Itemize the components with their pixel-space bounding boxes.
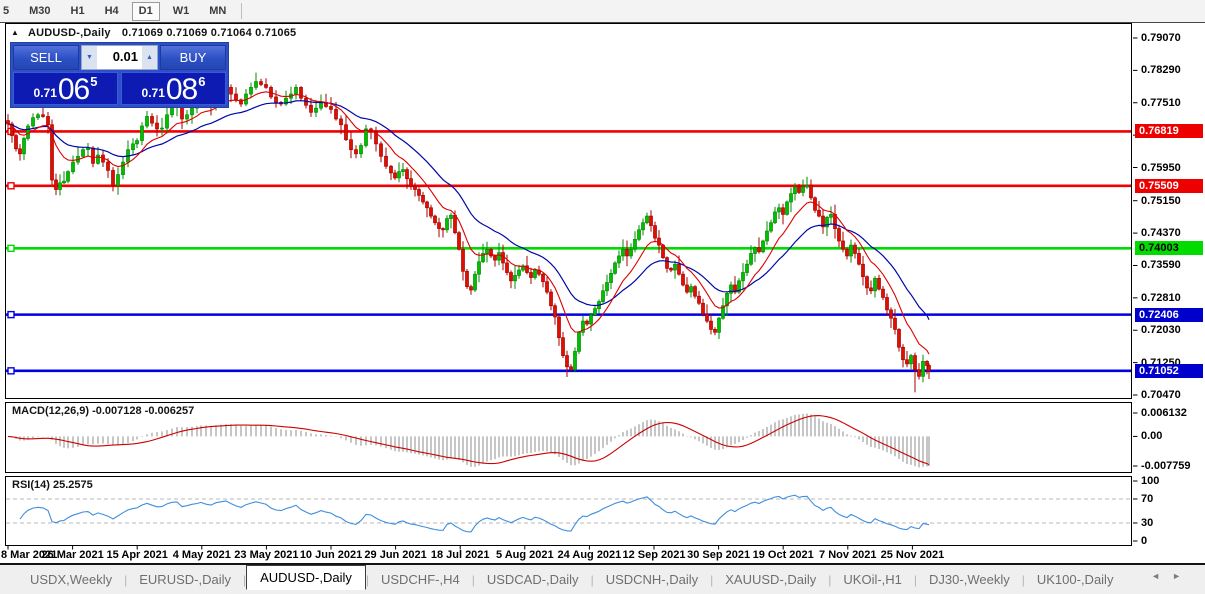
one-click-trade-panel: SELL ▼ 0.01 ▲ BUY 0.71 06 5 0.71 08 6 (10, 42, 229, 108)
timeframe-button-H1[interactable]: H1 (64, 2, 92, 21)
timeframe-toolbar: 5 M30 H1 H4 D1 W1 MN (0, 0, 1205, 23)
terminal-window: 5 M30 H1 H4 D1 W1 MN ▲ AUDUSD-,Daily 0.71069 0… (0, 0, 1205, 594)
buy-price-prefix: 0.71 (141, 86, 165, 100)
hline-handle-0.75509[interactable] (7, 182, 15, 190)
date-tick-label: 5 Aug 2021 (495, 549, 554, 561)
volume-down-button[interactable]: ▼ (82, 46, 97, 69)
rsi-tick-label: 30 (1141, 517, 1154, 529)
date-tick-label: 10 Jun 2021 (299, 549, 363, 561)
collapse-arrow-icon[interactable]: ▲ (11, 28, 19, 37)
date-tick-label: 25 Nov 2021 (880, 549, 945, 561)
chart-tab-xauusd-daily[interactable]: XAUUSD-,Daily (713, 569, 828, 590)
macd-indicator-label: MACD(12,26,9) -0.007128 -0.006257 (12, 405, 195, 417)
sell-price-big: 06 (57, 73, 90, 106)
chart-tab-eurusd-daily[interactable]: EURUSD-,Daily (127, 569, 243, 590)
price-level-badge: 0.76819 (1135, 124, 1203, 139)
price-level-badge: 0.74003 (1135, 241, 1203, 256)
date-tick-label: 12 Sep 2021 (622, 549, 686, 561)
price-tick-label: 0.72810 (1141, 291, 1181, 304)
chart-tab-dj30-weekly[interactable]: DJ30-,Weekly (917, 569, 1022, 590)
volume-up-button[interactable]: ▲ (142, 46, 157, 69)
price-level-badge: 0.71052 (1135, 363, 1203, 378)
price-tick-label: 0.75150 (1141, 194, 1181, 207)
date-tick-label: 26 Mar 2021 (41, 549, 104, 561)
hline-handle-0.72406[interactable] (7, 310, 15, 319)
rsi-tick-label: 0 (1141, 535, 1148, 547)
buy-price-sup: 6 (198, 74, 206, 89)
chart-tab-usdcad-daily[interactable]: USDCAD-,Daily (475, 569, 591, 590)
tab-scroll-right-icon[interactable]: ► (1172, 571, 1193, 581)
toolbar-divider (241, 3, 243, 19)
macd-tick-label: -0.007759 (1141, 460, 1191, 472)
price-level-badge: 0.72406 (1135, 307, 1203, 322)
chart-window[interactable]: ▲ AUDUSD-,Daily 0.71069 0.71069 0.71064 … (0, 22, 1205, 563)
rsi-tick-label: 70 (1141, 493, 1154, 505)
macd-tick-label: 0.006132 (1141, 407, 1187, 419)
price-tick-label: 0.73590 (1141, 259, 1181, 272)
buy-price-button[interactable]: 0.71 08 6 (121, 72, 226, 105)
timeframe-button-H4[interactable]: H4 (98, 2, 126, 21)
chart-tab-usdcnh-daily[interactable]: USDCNH-,Daily (594, 569, 710, 590)
price-tick-label: 0.74370 (1141, 227, 1181, 240)
timeframe-button-W1[interactable]: W1 (166, 2, 197, 21)
buy-price-big: 08 (165, 73, 198, 106)
date-tick-label: 19 Oct 2021 (752, 549, 814, 561)
date-tick-label: 23 May 2021 (234, 549, 299, 561)
timeframe-button-MN[interactable]: MN (202, 2, 233, 21)
date-tick-label: 7 Nov 2021 (819, 549, 877, 561)
buy-button[interactable]: BUY (160, 45, 226, 70)
timeframe-button-5[interactable]: 5 (0, 2, 16, 21)
price-tick-label: 0.78290 (1141, 64, 1181, 77)
chart-tab-usdchf-h4[interactable]: USDCHF-,H4 (369, 569, 472, 590)
chart-tab-usdx-weekly[interactable]: USDX,Weekly (18, 569, 124, 590)
price-tick-label: 0.72030 (1141, 324, 1181, 337)
volume-stepper: ▼ 0.01 ▲ (81, 45, 158, 70)
chart-tab-audusd-daily[interactable]: AUDUSD-,Daily (246, 565, 366, 590)
price-tick-label: 0.79070 (1141, 32, 1181, 44)
chart-ohlc-values: 0.71069 0.71069 0.71064 0.71065 (121, 27, 297, 39)
sell-button[interactable]: SELL (13, 45, 79, 70)
date-tick-label: 15 Apr 2021 (106, 549, 168, 561)
date-tick-label: 4 May 2021 (172, 549, 231, 561)
chart-tab-bar: USDX,Weekly | EURUSD-,Daily | AUDUSD-,Daily |… (0, 563, 1205, 594)
date-tick-label: 29 Jun 2021 (364, 549, 427, 561)
chart-tab-ukoil-h1[interactable]: UKOil-,H1 (831, 569, 914, 590)
timeframe-button-M30[interactable]: M30 (22, 2, 57, 21)
sell-price-sup: 5 (90, 74, 98, 89)
price-tick-label: 0.70470 (1141, 388, 1181, 401)
sell-price-prefix: 0.71 (33, 86, 57, 100)
price-tick-label: 0.75950 (1141, 161, 1181, 174)
timeframe-button-D1[interactable]: D1 (131, 1, 160, 21)
chart-symbol-label: AUDUSD-,Daily (27, 27, 111, 39)
rsi-tick-label: 100 (1141, 475, 1160, 487)
price-tick-label: 0.77510 (1141, 96, 1181, 109)
date-tick-label: 30 Sep 2021 (687, 549, 751, 561)
date-tick-label: 18 Jul 2021 (430, 549, 490, 561)
volume-input[interactable]: 0.01 (97, 46, 142, 69)
hline-handle-0.71052[interactable] (7, 367, 15, 375)
date-tick-label: 24 Aug 2021 (557, 549, 622, 561)
price-level-badge: 0.75509 (1135, 178, 1203, 193)
sell-price-button[interactable]: 0.71 06 5 (13, 72, 118, 105)
macd-tick-label: 0.00 (1141, 430, 1163, 443)
chart-tab-uk100-daily[interactable]: UK100-,Daily (1025, 569, 1126, 590)
rsi-indicator-label: RSI(14) 25.2575 (12, 479, 93, 491)
tab-scroll-arrows[interactable]: ◄► (1151, 571, 1193, 581)
hline-handle-0.74003[interactable] (7, 244, 15, 253)
chart-title: ▲ AUDUSD-,Daily 0.71069 0.71069 0.71064 … (11, 27, 296, 39)
tab-scroll-left-icon[interactable]: ◄ (1151, 571, 1172, 581)
